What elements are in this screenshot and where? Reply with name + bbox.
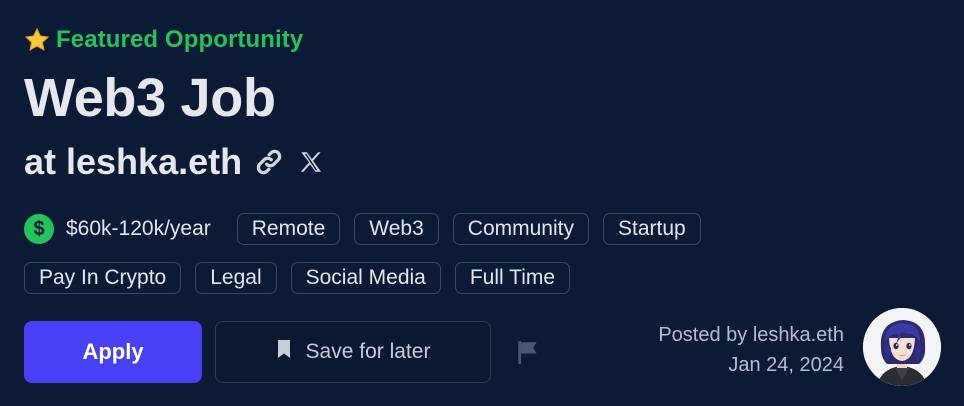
save-for-later-label: Save for later <box>305 340 431 363</box>
salary: $ $60k-120k/year <box>24 214 211 244</box>
avatar[interactable] <box>863 308 941 386</box>
flag-icon[interactable] <box>508 332 548 372</box>
actions-row: Apply Save for later <box>24 321 548 383</box>
company-name[interactable]: at leshka.eth <box>24 138 242 186</box>
dollar-icon: $ <box>24 214 54 244</box>
tag-web3[interactable]: Web3 <box>354 213 439 245</box>
posted-date: Jan 24, 2024 <box>728 354 844 376</box>
tag-social-media[interactable]: Social Media <box>290 262 441 294</box>
tags-section: $ $60k-120k/year Remote Web3 Community S… <box>24 212 944 310</box>
link-icon[interactable] <box>254 147 284 177</box>
posted-by[interactable]: Posted by leshka.eth <box>658 320 844 350</box>
tag-community[interactable]: Community <box>452 213 589 245</box>
tag-row-2: Pay In Crypto Legal Social Media Full Ti… <box>24 261 944 295</box>
bookmark-icon <box>276 339 292 365</box>
tag-remote[interactable]: Remote <box>236 213 341 245</box>
featured-label: Featured Opportunity <box>56 26 304 53</box>
tag-pay-in-crypto[interactable]: Pay In Crypto <box>24 262 182 294</box>
x-icon[interactable] <box>296 147 326 177</box>
featured-badge: Featured Opportunity <box>24 26 303 54</box>
tag-legal[interactable]: Legal <box>195 262 277 294</box>
star-icon <box>24 27 50 53</box>
salary-value: $60k-120k/year <box>66 217 211 240</box>
job-title: Web3 Job <box>24 68 276 128</box>
tag-startup[interactable]: Startup <box>602 213 701 245</box>
tag-row-1: $ $60k-120k/year Remote Web3 Community S… <box>24 212 944 246</box>
save-for-later-button[interactable]: Save for later <box>215 321 491 383</box>
tag-full-time[interactable]: Full Time <box>454 262 571 294</box>
company-row: at leshka.eth <box>24 138 326 186</box>
posted-info: Posted by leshka.eth Jan 24, 2024 <box>658 320 844 380</box>
apply-button[interactable]: Apply <box>24 321 202 383</box>
